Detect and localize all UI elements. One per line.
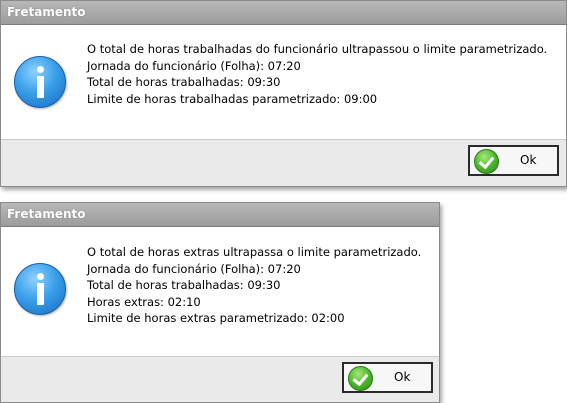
- dialog-overtime: Fretamento O total de horas extras ultra…: [0, 202, 440, 403]
- message-line: O total de horas trabalhadas do funcioná…: [87, 42, 548, 56]
- dialog-footer: Ok: [1, 140, 566, 186]
- dialog-message: O total de horas extras ultrapassa o lim…: [87, 244, 421, 327]
- message-line: Total de horas trabalhadas: 09:30: [87, 75, 281, 89]
- message-line: Limite de horas extras parametrizado: 02…: [87, 311, 345, 325]
- dialog-title: Fretamento: [1, 203, 439, 227]
- dialog-footer: Ok: [1, 357, 439, 402]
- ok-button[interactable]: Ok: [342, 362, 433, 393]
- dialog-title: Fretamento: [1, 1, 566, 25]
- message-line: Horas extras: 02:10: [87, 294, 201, 309]
- message-line: Jornada do funcionário (Folha): 07:20: [87, 58, 301, 73]
- checkmark-icon: [348, 366, 373, 391]
- dialog-body: O total de horas extras ultrapassa o lim…: [1, 227, 439, 357]
- info-icon: [14, 263, 66, 315]
- dialog-body: O total de horas trabalhadas do funcioná…: [1, 25, 566, 140]
- ok-button-label: Ok: [394, 370, 411, 384]
- message-line: Total de horas trabalhadas: 09:30: [87, 278, 281, 292]
- ok-button[interactable]: Ok: [468, 145, 559, 176]
- message-line: Jornada do funcionário (Folha): 07:20: [87, 261, 301, 276]
- message-line: O total de horas extras ultrapassa o lim…: [87, 245, 422, 259]
- message-line: Limite de horas trabalhadas parametrizad…: [87, 91, 378, 106]
- checkmark-icon: [474, 149, 499, 174]
- info-icon: [14, 56, 66, 108]
- dialog-hours-worked: Fretamento O total de horas trabalhadas …: [0, 0, 567, 187]
- ok-button-label: Ok: [520, 153, 537, 167]
- dialog-message: O total de horas trabalhadas do funcioná…: [87, 41, 547, 107]
